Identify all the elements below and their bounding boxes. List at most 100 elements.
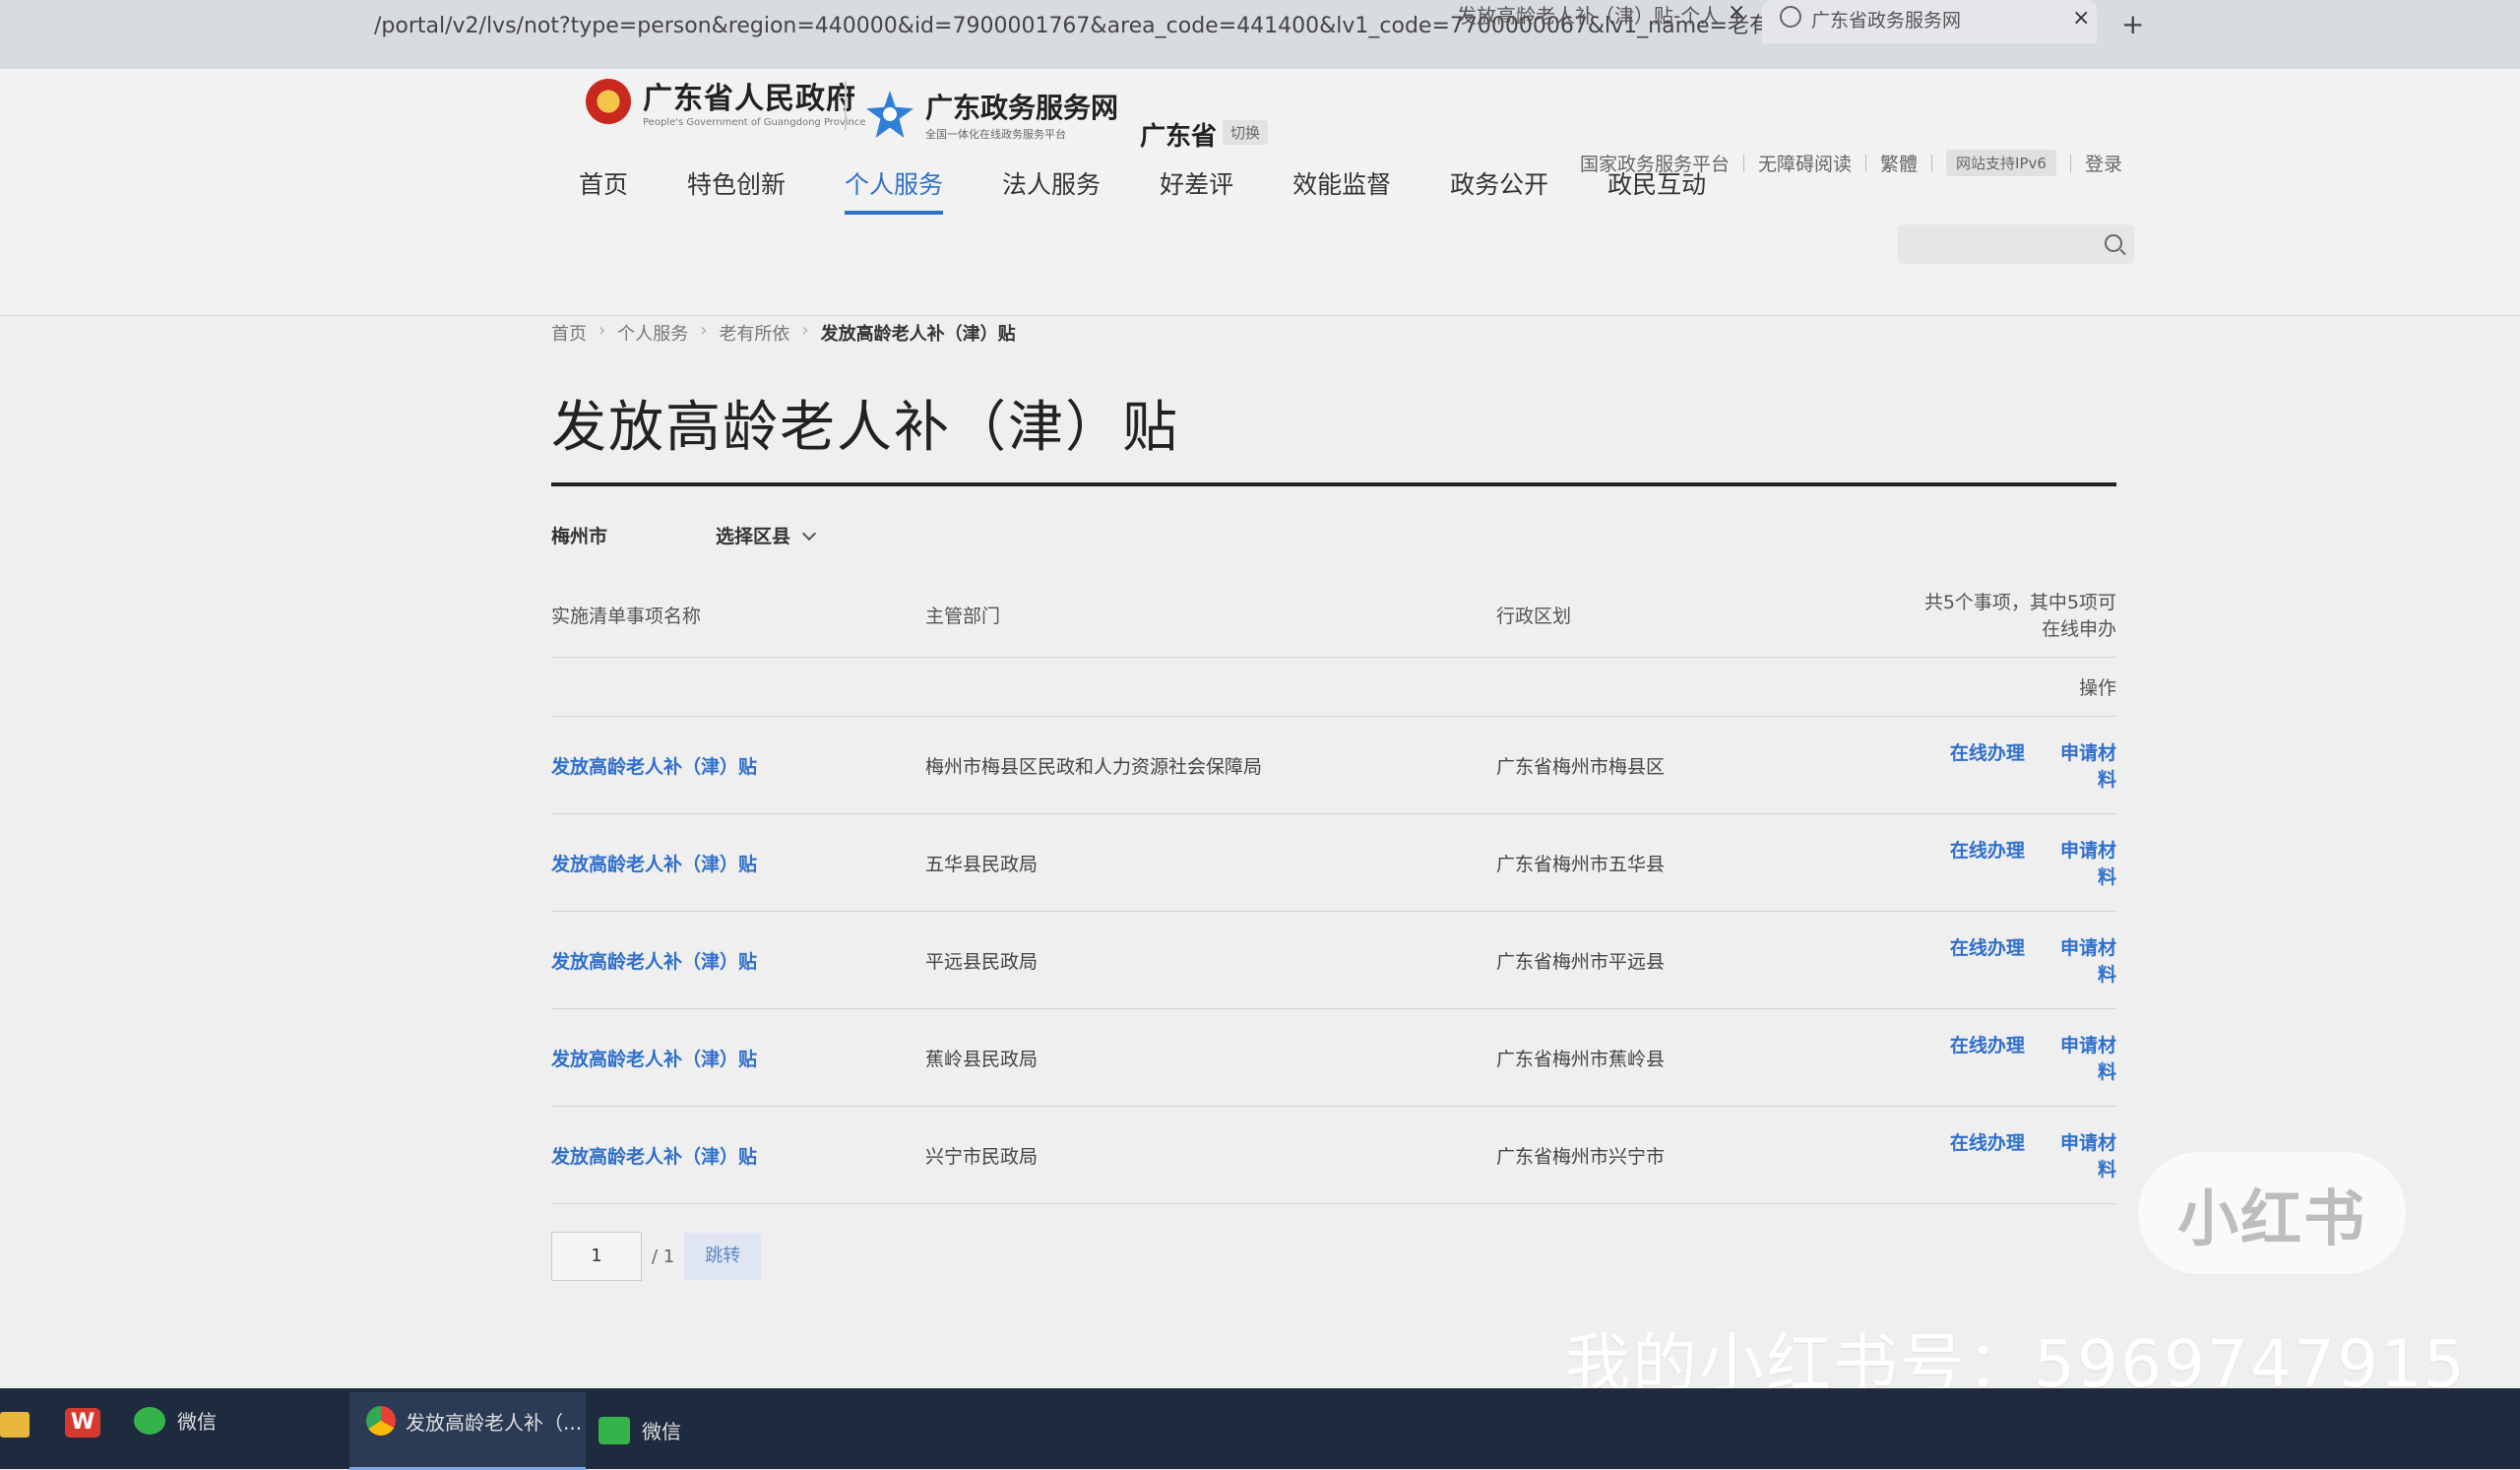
nav-supervision[interactable]: 效能监督 — [1292, 165, 1391, 215]
region-switch-button[interactable]: 切换 — [1223, 120, 1269, 145]
ipv6-badge: 网站支持IPv6 — [1946, 150, 2056, 176]
login-link[interactable]: 登录 — [2085, 150, 2122, 176]
service-area: 广东省梅州市平远县 — [1496, 911, 1910, 1009]
service-name: 广东政务服务网 — [925, 92, 1119, 124]
row-actions: 在线办理 申请材料 — [1910, 716, 2116, 814]
service-name-link[interactable]: 发放高龄老人补（津）贴 — [551, 716, 925, 814]
table-row: 发放高龄老人补（津）贴 蕉岭县民政局 广东省梅州市蕉岭县 在线办理 申请材料 — [551, 1008, 2116, 1107]
new-tab-button[interactable]: + — [2121, 8, 2144, 40]
col-name: 实施清单事项名称 — [551, 572, 925, 658]
taskbar-label: 发放高龄老人补（... — [406, 1410, 583, 1435]
col-dept: 主管部门 — [925, 572, 1496, 658]
materials-link[interactable]: 申请材料 — [2060, 937, 2116, 986]
service-area: 广东省梅州市蕉岭县 — [1496, 1008, 1910, 1107]
page-title: 发放高龄老人补（津）贴 — [551, 396, 1179, 460]
taskbar-chrome[interactable]: 发放高龄老人补（... — [366, 1406, 582, 1436]
breadcrumb-separator: › — [801, 320, 809, 341]
folder-icon[interactable] — [0, 1412, 30, 1438]
breadcrumb: 首页 › 个人服务 › 老有所依 › 发放高龄老人补（津）贴 — [551, 320, 2126, 346]
materials-link[interactable]: 申请材料 — [2060, 1132, 2116, 1181]
breadcrumb-home[interactable]: 首页 — [551, 320, 587, 346]
page-number-input[interactable]: 1 — [551, 1232, 642, 1281]
nav-legal-person[interactable]: 法人服务 — [1002, 165, 1101, 215]
service-subtitle: 全国一体化在线政务服务平台 — [925, 128, 1066, 141]
breadcrumb-category[interactable]: 老有所依 — [719, 320, 789, 346]
wechat-icon — [134, 1406, 165, 1435]
taskbar-wechat-2[interactable]: 微信 — [598, 1416, 681, 1444]
district-select[interactable]: 选择区县 — [716, 522, 817, 548]
gov-name-en: People's Government of Guangdong Provinc… — [643, 117, 866, 128]
service-name-link[interactable]: 发放高龄老人补（津）贴 — [551, 1008, 925, 1107]
row-actions: 在线办理 申请材料 — [1910, 911, 2116, 1009]
materials-link[interactable]: 申请材料 — [2060, 1035, 2116, 1083]
online-apply-link[interactable]: 在线办理 — [1950, 742, 2025, 764]
materials-link[interactable]: 申请材料 — [2060, 840, 2116, 888]
close-icon[interactable]: × — [1728, 0, 1745, 25]
materials-link[interactable]: 申请材料 — [2060, 742, 2116, 791]
nav-featured[interactable]: 特色创新 — [687, 165, 786, 215]
table-row: 发放高龄老人补（津）贴 兴宁市民政局 广东省梅州市兴宁市 在线办理 申请材料 — [551, 1106, 2116, 1204]
table-header-row: 操作 — [551, 657, 2116, 717]
globe-icon — [1780, 6, 1801, 28]
logo-divider — [845, 81, 847, 130]
district-select-label: 选择区县 — [716, 526, 791, 547]
taskbar: W 微信 发放高龄老人补（... 微信 — [0, 1388, 2520, 1470]
service-area: 广东省梅州市五华县 — [1496, 813, 1910, 912]
wps-icon[interactable]: W — [65, 1408, 100, 1438]
close-icon[interactable]: × — [2072, 6, 2090, 31]
link-traditional-chinese[interactable]: 繁體 — [1880, 150, 1918, 176]
table-row: 发放高龄老人补（津）贴 梅州市梅县区民政和人力资源社会保障局 广东省梅州市梅县区… — [551, 716, 2116, 814]
service-area: 广东省梅州市梅县区 — [1496, 716, 1910, 814]
breadcrumb-current: 发放高龄老人补（津）贴 — [820, 324, 1016, 345]
service-dept: 梅州市梅县区民政和人力资源社会保障局 — [925, 716, 1496, 814]
national-emblem-icon — [586, 78, 631, 124]
xiaohongshu-watermark-badge: 小红书 — [2138, 1152, 2406, 1274]
tab-label: 广东省政务服务网 — [1811, 10, 1962, 32]
service-table: 实施清单事项名称 主管部门 行政区划 共5个事项，其中5项可在线申办 操作 发放… — [551, 572, 2116, 1204]
wechat-icon — [598, 1416, 630, 1444]
link-accessibility[interactable]: 无障碍阅读 — [1758, 150, 1852, 176]
table-row: 发放高龄老人补（津）贴 平远县民政局 广东省梅州市平远县 在线办理 申请材料 — [551, 911, 2116, 1009]
service-logo-icon — [866, 91, 914, 138]
browser-tab-previous[interactable]: 发放高龄老人补（津）贴-个人 — [1457, 0, 1752, 28]
taskbar-label: 微信 — [642, 1420, 681, 1443]
service-name-link[interactable]: 发放高龄老人补（津）贴 — [551, 911, 925, 1009]
online-apply-link[interactable]: 在线办理 — [1950, 1035, 2025, 1056]
service-name-link[interactable]: 发放高龄老人补（津）贴 — [551, 813, 925, 912]
chevron-down-icon — [801, 526, 817, 542]
chrome-icon — [366, 1406, 396, 1436]
online-apply-link[interactable]: 在线办理 — [1950, 937, 2025, 959]
service-dept: 平远县民政局 — [925, 911, 1496, 1009]
nav-evaluation[interactable]: 好差评 — [1160, 165, 1233, 215]
taskbar-label: 微信 — [177, 1410, 217, 1434]
service-dept: 五华县民政局 — [925, 813, 1496, 912]
table-row: 发放高龄老人补（津）贴 五华县民政局 广东省梅州市五华县 在线办理 申请材料 — [551, 813, 2116, 912]
region-label: 广东省 — [1140, 122, 1218, 152]
service-logo[interactable]: 广东政务服务网 全国一体化在线政务服务平台 — [866, 87, 1118, 142]
nav-personal-services[interactable]: 个人服务 — [845, 165, 944, 215]
nav-gov-affairs[interactable]: 政务公开 — [1450, 165, 1548, 215]
breadcrumb-separator: › — [700, 320, 708, 341]
gov-logo[interactable]: 广东省人民政府 People's Government of Guangdong… — [586, 74, 866, 128]
service-dept: 兴宁市民政局 — [925, 1106, 1496, 1204]
col-ops: 操作 — [1910, 657, 2116, 717]
search-input[interactable] — [1898, 224, 2134, 264]
filters: 梅州市 选择区县 — [551, 522, 2126, 548]
breadcrumb-personal[interactable]: 个人服务 — [617, 320, 688, 346]
online-apply-link[interactable]: 在线办理 — [1950, 840, 2025, 862]
gov-name: 广东省人民政府 — [643, 82, 856, 116]
service-area: 广东省梅州市兴宁市 — [1496, 1106, 1910, 1204]
nav-interaction[interactable]: 政民互动 — [1607, 165, 1706, 215]
nav-home[interactable]: 首页 — [579, 165, 628, 215]
browser-tab-active[interactable]: 广东省政务服务网 × — [1762, 0, 2097, 43]
jump-button[interactable]: 跳转 — [684, 1233, 762, 1280]
browser-chrome: /portal/v2/lvs/not?type=person&region=44… — [0, 0, 2520, 69]
service-name-link[interactable]: 发放高龄老人补（津）贴 — [551, 1106, 925, 1204]
online-apply-link[interactable]: 在线办理 — [1950, 1132, 2025, 1154]
page-total: / 1 — [652, 1246, 675, 1267]
city-filter[interactable]: 梅州市 — [551, 522, 607, 548]
taskbar-wechat[interactable]: 微信 — [134, 1406, 217, 1435]
search-icon[interactable] — [2105, 234, 2122, 252]
pagination: 1 / 1 跳转 — [551, 1232, 2126, 1281]
row-actions: 在线办理 申请材料 — [1910, 1106, 2116, 1204]
